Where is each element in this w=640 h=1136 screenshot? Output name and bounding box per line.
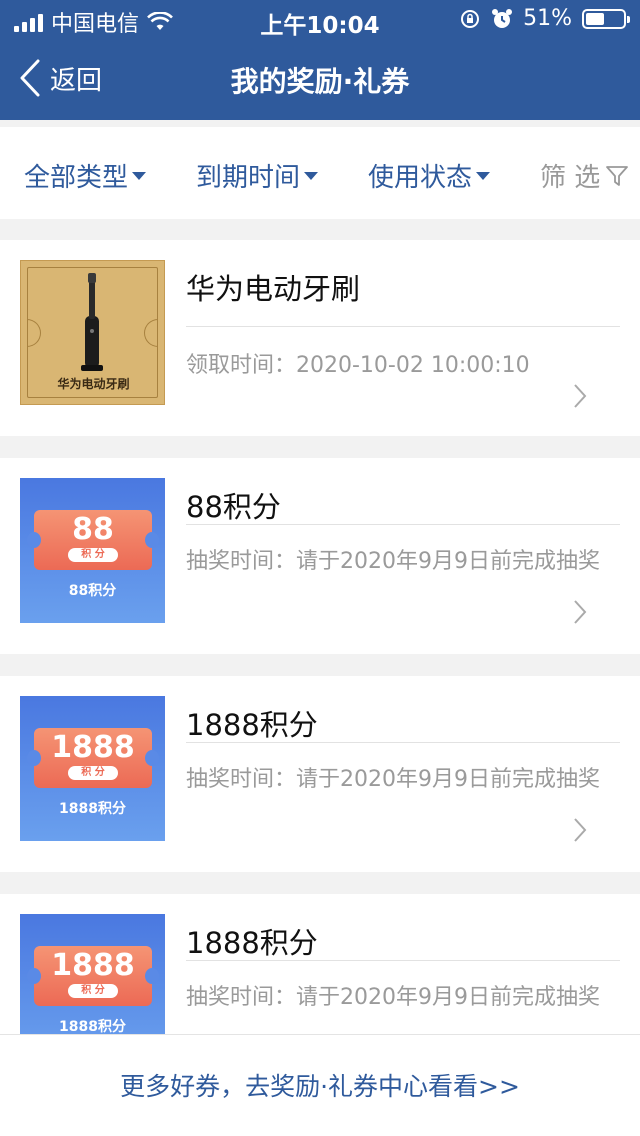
- reward-title: 88积分: [186, 490, 281, 524]
- reward-card[interactable]: 1888 积 分 1888积分 1888积分 抽奖时间：请于2020年9月9日前…: [0, 676, 640, 872]
- divider: [186, 742, 620, 743]
- filter-label: 筛 选: [540, 163, 601, 193]
- filter-usage-status[interactable]: 使用状态: [368, 157, 491, 194]
- thumbnail-caption: 88积分: [68, 583, 117, 599]
- ticket-icon: 1888 积 分: [27, 946, 159, 1006]
- thumbnail-caption: 华为电动牙刷: [57, 377, 130, 391]
- ticket-icon: 88 积 分: [27, 510, 159, 570]
- dropdown-arrow-icon: [304, 171, 319, 180]
- dropdown-arrow-icon: [476, 171, 491, 180]
- reward-meta: 领取时间：2020-10-02 10:00:10: [186, 353, 530, 378]
- nav-bar: 返回 我的奖励·礼券: [0, 40, 640, 120]
- reward-title: 1888积分: [186, 926, 318, 960]
- filter-all-types[interactable]: 全部类型: [24, 157, 147, 194]
- alarm-icon: [492, 8, 513, 28]
- ticket-unit: 积 分: [68, 766, 118, 780]
- more-coupons-link[interactable]: 更多好券，去奖励·礼券中心看看>>: [0, 1067, 640, 1103]
- top-bar: 中国电信 上午10:04 51% 返回 我的奖励·礼券: [0, 0, 640, 120]
- chevron-right-icon[interactable]: [572, 816, 588, 844]
- filter-label: 使用状态: [368, 163, 473, 193]
- ticket-value: 1888: [51, 948, 135, 983]
- ticket-value: 88: [72, 512, 114, 547]
- reward-card[interactable]: 华为电动牙刷 华为电动牙刷 领取时间：2020-10-02 10:00:10: [0, 240, 640, 436]
- ticket-unit: 积 分: [68, 984, 118, 998]
- filter-label: 全部类型: [24, 163, 129, 193]
- reward-card[interactable]: 88 积 分 88积分 88积分 抽奖时间：请于2020年9月9日前完成抽奖: [0, 458, 640, 654]
- reward-thumbnail: 88 积 分 88积分: [20, 478, 165, 623]
- reward-meta: 抽奖时间：请于2020年9月9日前完成抽奖: [186, 985, 600, 1010]
- divider: [186, 524, 620, 525]
- reward-title: 1888积分: [186, 708, 318, 742]
- reward-meta: 抽奖时间：请于2020年9月9日前完成抽奖: [186, 549, 600, 574]
- thumbnail-caption: 1888积分: [59, 1019, 126, 1035]
- chevron-right-icon[interactable]: [572, 382, 588, 410]
- orientation-lock-icon: [461, 9, 480, 28]
- filter-expiry-time[interactable]: 到期时间: [196, 157, 319, 194]
- reward-thumbnail: 1888 积 分 1888积分: [20, 696, 165, 841]
- ticket-icon: 1888 积 分: [27, 728, 159, 788]
- page-title: 我的奖励·礼券: [230, 65, 410, 98]
- ticket-unit: 积 分: [68, 548, 118, 562]
- status-bar: 中国电信 上午10:04 51%: [0, 0, 640, 40]
- reward-meta: 抽奖时间：请于2020年9月9日前完成抽奖: [186, 767, 600, 792]
- thumbnail-caption: 1888积分: [59, 801, 126, 817]
- reward-thumbnail: 华为电动牙刷: [20, 260, 165, 405]
- divider: [186, 326, 620, 327]
- funnel-icon: [606, 165, 629, 186]
- ticket-value: 1888: [51, 730, 135, 765]
- filter-bar: 全部类型 到期时间 使用状态 筛 选: [0, 127, 640, 219]
- battery-percent: 51%: [523, 6, 572, 31]
- divider: [186, 960, 620, 961]
- footer-bar: 更多好券，去奖励·礼券中心看看>>: [0, 1034, 640, 1136]
- reward-title: 华为电动牙刷: [186, 272, 361, 306]
- filter-label: 到期时间: [196, 163, 301, 193]
- chevron-right-icon[interactable]: [572, 598, 588, 626]
- filter-button[interactable]: 筛 选: [540, 157, 630, 194]
- dropdown-arrow-icon: [132, 171, 147, 180]
- battery-icon: [582, 8, 630, 29]
